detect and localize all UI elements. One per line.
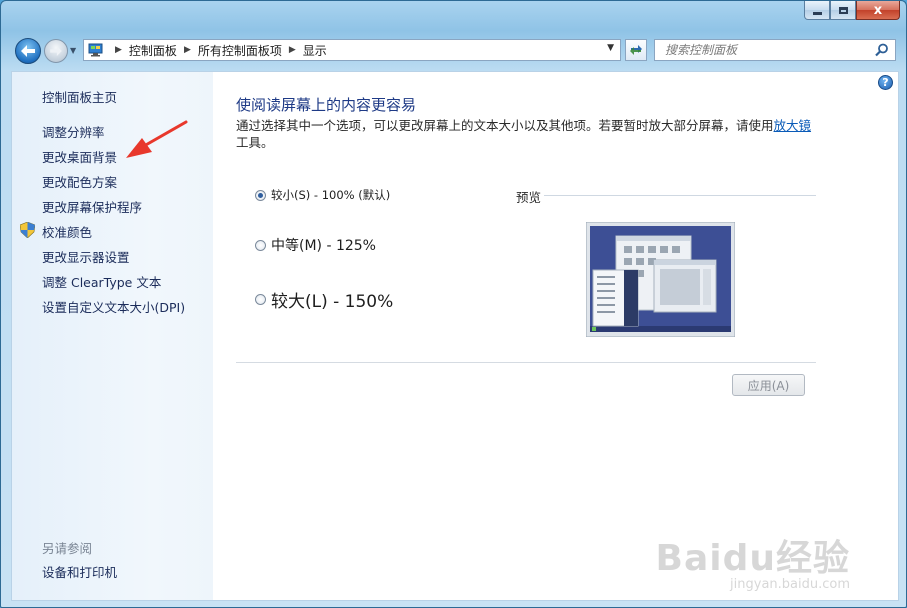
radio-larger[interactable] — [255, 294, 266, 305]
breadcrumb-separator-icon: ▶ — [288, 45, 296, 55]
change-color-scheme-link[interactable]: 更改配色方案 — [42, 172, 117, 191]
option-smaller-label: 较小(S) - 100% (默认) — [271, 188, 391, 202]
search-input[interactable] — [663, 42, 867, 58]
set-custom-dpi-link[interactable]: 设置自定义文本大小(DPI) — [42, 297, 185, 316]
option-larger[interactable]: 较大(L) - 150% — [255, 287, 393, 312]
apply-button[interactable]: 应用(A) — [732, 374, 805, 396]
option-larger-label: 较大(L) - 150% — [271, 292, 394, 312]
forward-arrow-icon — [50, 46, 62, 56]
page-title: 使阅读屏幕上的内容更容易 — [236, 96, 417, 114]
control-panel-home-link[interactable]: 控制面板主页 — [42, 87, 117, 106]
back-button[interactable] — [15, 38, 41, 64]
watermark-logo-text: Baidu经验 — [655, 538, 850, 579]
navigation-bar: ▼ ▶ 控制面板 ▶ 所有控制面板项 ▶ 显示 ▼ — [13, 38, 898, 64]
baidu-watermark: Baidu经验 jingyan.baidu.com — [656, 529, 850, 592]
uac-shield-icon — [20, 222, 35, 238]
main-content-pane: ? 使阅读屏幕上的内容更容易 通过选择其中一个选项，可以更改屏幕上的文本大小以及… — [213, 71, 899, 601]
forward-button[interactable] — [44, 39, 68, 63]
devices-and-printers-link[interactable]: 设备和打印机 — [42, 562, 117, 581]
adjust-cleartype-link[interactable]: 调整 ClearType 文本 — [42, 272, 161, 291]
help-icon[interactable]: ? — [878, 75, 893, 90]
search-box[interactable] — [654, 39, 896, 61]
calibrate-color-link[interactable]: 校准颜色 — [42, 222, 92, 241]
recent-pages-dropdown-icon[interactable]: ▼ — [70, 46, 76, 55]
content-separator — [236, 362, 816, 363]
adjust-resolution-link[interactable]: 调整分辨率 — [42, 122, 105, 141]
description-text-end: 工具。 — [236, 135, 274, 150]
radio-smaller[interactable] — [255, 189, 266, 201]
see-also-title: 另请参阅 — [42, 541, 93, 556]
maximize-button[interactable] — [830, 1, 856, 20]
back-arrow-icon — [21, 45, 35, 57]
breadcrumb-separator-icon: ▶ — [183, 45, 191, 55]
address-dropdown-icon[interactable]: ▼ — [607, 43, 614, 53]
preview-label: 预览 — [516, 190, 542, 205]
preview-image — [586, 222, 735, 337]
page-description: 通过选择其中一个选项，可以更改屏幕上的文本大小以及其他项。若要暂时放大部分屏幕，… — [236, 117, 812, 151]
change-screensaver-link[interactable]: 更改屏幕保护程序 — [42, 197, 142, 216]
search-icon[interactable] — [875, 43, 889, 57]
change-display-settings-link[interactable]: 更改显示器设置 — [42, 247, 130, 266]
close-button[interactable]: x — [856, 1, 900, 20]
change-desktop-background-link[interactable]: 更改桌面背景 — [42, 147, 117, 166]
breadcrumb-separator-icon: ▶ — [115, 45, 122, 55]
maximize-icon — [838, 6, 848, 14]
option-smaller[interactable]: 较小(S) - 100% (默认) — [255, 187, 390, 203]
control-panel-icon — [88, 43, 103, 57]
preview-divider — [544, 195, 816, 196]
address-bar[interactable]: ▶ 控制面板 ▶ 所有控制面板项 ▶ 显示 ▼ — [83, 39, 621, 61]
close-icon: x — [873, 2, 883, 18]
option-medium[interactable]: 中等(M) - 125% — [255, 235, 376, 255]
red-annotation-arrow-icon — [126, 120, 188, 158]
breadcrumb-display[interactable]: 显示 — [303, 42, 327, 59]
radio-medium[interactable] — [255, 239, 266, 251]
refresh-button[interactable] — [625, 39, 647, 61]
breadcrumb-all-items[interactable]: 所有控制面板项 — [198, 42, 282, 59]
magnifier-link[interactable]: 放大镜 — [774, 118, 812, 133]
minimize-icon — [812, 11, 822, 15]
description-text: 通过选择其中一个选项，可以更改屏幕上的文本大小以及其他项。若要暂时放大部分屏幕，… — [236, 118, 774, 133]
breadcrumb-control-panel[interactable]: 控制面板 — [129, 42, 177, 59]
control-panel-window: x ▼ ▶ 控制面板 ▶ 所有控制面板项 ▶ 显示 ▼ 搜索控制面板 控制面板主… — [0, 0, 907, 608]
left-task-pane: 控制面板主页 调整分辨率 更改桌面背景 更改配色方案 更改屏幕保护程序 校准颜色… — [11, 71, 213, 601]
refresh-icon — [630, 45, 642, 55]
caption-buttons: x — [804, 1, 900, 21]
option-medium-label: 中等(M) - 125% — [271, 238, 376, 254]
minimize-button[interactable] — [804, 1, 830, 20]
